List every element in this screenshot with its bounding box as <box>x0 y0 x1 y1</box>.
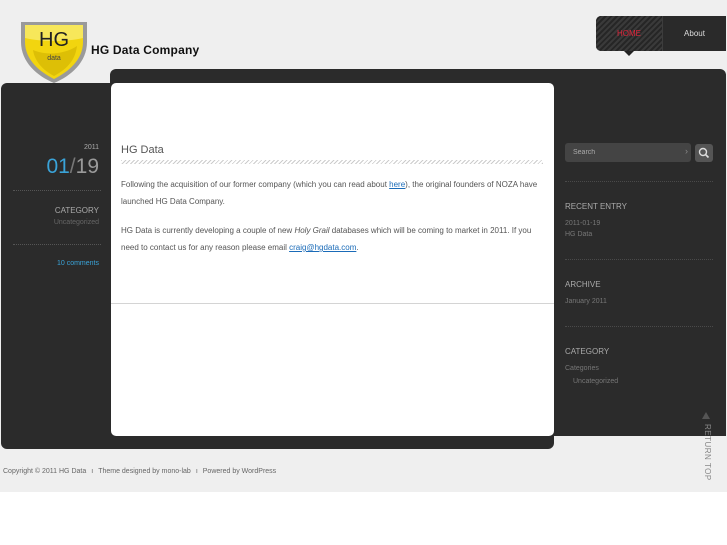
post-paragraph-2: HG Data is currently developing a couple… <box>121 222 546 256</box>
return-top-label: RETURN TOP <box>703 424 712 481</box>
post-divider <box>111 303 554 304</box>
post-month: 01 <box>46 155 70 178</box>
nav-active-pointer-icon <box>624 51 634 56</box>
search-input[interactable] <box>565 143 683 162</box>
paragraph-text: HG Data is currently developing a couple… <box>121 226 295 235</box>
sidebar-divider <box>565 181 713 182</box>
footer-separator: ı <box>91 468 94 475</box>
nav-item-about[interactable]: About <box>662 16 726 51</box>
email-link[interactable]: craig@hgdata.com <box>289 243 356 252</box>
post-year: 2011 <box>83 144 99 151</box>
archive-link[interactable]: January 2011 <box>565 298 607 305</box>
recent-entry-heading: RECENT ENTRY <box>565 202 627 211</box>
footer-theme-credit[interactable]: Theme designed by mono-lab <box>98 468 191 475</box>
search-box: › <box>565 143 691 162</box>
post-title[interactable]: HG Data <box>121 144 164 156</box>
categories-label: Categories <box>565 365 599 372</box>
search-button[interactable] <box>695 144 713 162</box>
meta-divider <box>13 190 101 191</box>
meta-divider <box>13 244 101 245</box>
search-icon <box>698 147 710 159</box>
nav-item-home[interactable]: HOME <box>596 16 662 51</box>
archive-heading: ARCHIVE <box>565 280 601 289</box>
return-top-button[interactable]: RETURN TOP <box>697 410 717 485</box>
arrow-up-icon <box>702 412 710 419</box>
post-date: 01/19 <box>0 155 99 179</box>
sidebar-divider <box>565 259 713 260</box>
sidebar-divider <box>565 326 713 327</box>
footer-powered-by[interactable]: Powered by WordPress <box>203 468 276 475</box>
footer: Copyright © 2011 HG Data ı Theme designed … <box>3 468 276 475</box>
footer-copyright: Copyright © 2011 HG Data <box>3 468 87 475</box>
site-title[interactable]: HG Data Company <box>91 43 199 57</box>
title-divider <box>121 160 543 164</box>
category-heading: CATEGORY <box>565 347 610 356</box>
comments-link[interactable]: 10 comments <box>0 260 99 267</box>
shield-logo-icon: HG data <box>21 22 87 83</box>
logo-data-text: data <box>47 55 61 62</box>
paragraph-text: Following the acquisition of our former … <box>121 180 390 189</box>
recent-entry-link[interactable]: HG Data <box>565 231 592 238</box>
meta-category-label: CATEGORY <box>54 206 99 215</box>
footer-separator: ı <box>195 468 198 475</box>
recent-entry-date: 2011-01-19 <box>565 220 601 227</box>
post-card: HG Data Following the acquisition of our… <box>111 83 554 436</box>
category-link[interactable]: Uncategorized <box>573 378 618 385</box>
logo-hg-text: HG <box>39 29 69 51</box>
main-nav: HOME About <box>596 16 726 51</box>
post-paragraph-1: Following the acquisition of our former … <box>121 176 546 210</box>
site-logo[interactable]: HG data <box>19 20 89 84</box>
paragraph-text: . <box>356 243 359 252</box>
post-day: 19 <box>75 155 99 178</box>
meta-category-value[interactable]: Uncategorized <box>0 219 99 226</box>
holy-grail-emphasis: Holy Grail <box>294 226 330 235</box>
here-link[interactable]: here <box>389 180 405 189</box>
search-caret-icon: › <box>685 146 688 156</box>
